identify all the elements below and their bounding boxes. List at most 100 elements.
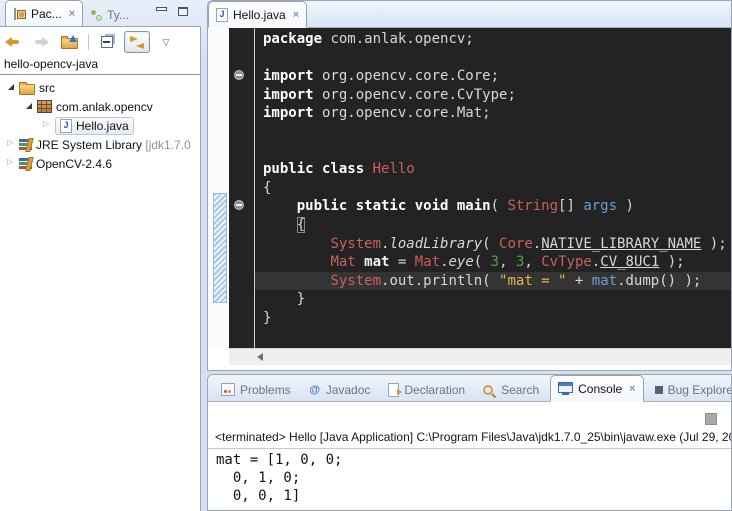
- code-line-5[interactable]: import org.opencv.core.Mat;: [255, 104, 731, 123]
- javadoc-icon: [309, 384, 321, 396]
- tree-item-label: JRE System Library [jdk1.7.0: [32, 138, 191, 152]
- tab-javadoc[interactable]: Javadoc: [302, 377, 378, 402]
- tree-item-jre-system-library[interactable]: JRE System Library [jdk1.7.0: [0, 135, 200, 154]
- selected-item-box: Hello.java: [55, 117, 134, 135]
- code-line-2[interactable]: [255, 49, 731, 68]
- code-line-11[interactable]: {: [255, 216, 731, 235]
- fold-slot: [229, 67, 254, 86]
- close-icon[interactable]: ×: [67, 8, 75, 20]
- code-token: Mat: [330, 254, 355, 270]
- maximize-button[interactable]: [178, 7, 189, 16]
- tree-item-com-anlak-opencv[interactable]: com.anlak.opencv: [0, 97, 200, 116]
- code-token: org.opencv.core.Core;: [314, 68, 499, 84]
- project-root-label[interactable]: hello-opencv-java: [0, 55, 200, 75]
- up-button[interactable]: [57, 32, 81, 52]
- type-hierarchy-icon: [90, 9, 102, 21]
- fold-slot: [229, 272, 254, 291]
- declaration-icon: [388, 383, 399, 397]
- code-line-7[interactable]: [255, 142, 731, 161]
- tab-search[interactable]: Search: [476, 377, 546, 402]
- annotation-ruler[interactable]: [208, 28, 229, 348]
- collapsed-arrow-icon[interactable]: [42, 120, 53, 131]
- tree-item-src[interactable]: src: [0, 78, 200, 97]
- horizontal-scrollbar[interactable]: [229, 348, 731, 365]
- link-with-editor-button[interactable]: [124, 31, 150, 53]
- code-line-4[interactable]: import org.opencv.core.CvType;: [255, 86, 731, 105]
- code-line-12[interactable]: System.loadLibrary( Core.NATIVE_LIBRARY_…: [255, 235, 731, 254]
- package-icon: [37, 100, 52, 113]
- fold-slot: [229, 179, 254, 198]
- fold-ruler[interactable]: [229, 28, 254, 348]
- tab-label-declaration: Declaration: [404, 383, 465, 397]
- scroll-left-arrow-icon[interactable]: [257, 353, 263, 361]
- code-area[interactable]: package com.anlak.opencv; import org.ope…: [255, 28, 731, 348]
- code-line-1[interactable]: package com.anlak.opencv;: [255, 30, 731, 49]
- fold-slot: [229, 104, 254, 123]
- forward-button[interactable]: [29, 32, 53, 52]
- tab-problems[interactable]: Problems: [214, 377, 298, 402]
- code-token: [263, 254, 330, 270]
- minimize-button[interactable]: [156, 7, 167, 16]
- code-token: org.opencv.core.CvType;: [314, 87, 516, 103]
- console-icon: [558, 382, 573, 393]
- tab-console[interactable]: Console ×: [550, 375, 643, 402]
- code-token: Mat: [415, 254, 440, 270]
- code-line-8[interactable]: public class Hello: [255, 160, 731, 179]
- expanded-arrow-icon[interactable]: [24, 101, 35, 112]
- collapse-all-button[interactable]: [96, 32, 120, 52]
- collapsed-arrow-icon[interactable]: [6, 158, 17, 169]
- tab-package-explorer[interactable]: Pac...×: [5, 0, 83, 27]
- code-line-10[interactable]: public static void main( String[] args ): [255, 197, 731, 216]
- tab-bug-explorer[interactable]: Bug Explorer: [648, 377, 732, 402]
- fold-slot: [229, 235, 254, 254]
- terminate-button[interactable]: [705, 413, 717, 425]
- forward-icon: [33, 36, 49, 48]
- code-token: .: [440, 254, 448, 270]
- code-token: CvType: [541, 254, 592, 270]
- tree-item-label: com.anlak.opencv: [52, 100, 153, 114]
- close-icon[interactable]: ×: [627, 383, 635, 395]
- code-line-14[interactable]: System.out.println( "mat = " + mat.dump(…: [255, 272, 731, 291]
- editor-tab-label: Hello.java: [233, 8, 286, 22]
- tab-label-type-hierarchy: Ty...: [107, 8, 129, 22]
- code-line-9[interactable]: {: [255, 179, 731, 198]
- code-token: .dump() );: [617, 273, 701, 289]
- tab-label-console: Console: [578, 382, 622, 396]
- back-icon: [5, 36, 21, 48]
- code-line-6[interactable]: [255, 123, 731, 142]
- fold-slot: [229, 216, 254, 235]
- code-token: +: [566, 273, 591, 289]
- tab-hello-java[interactable]: Hello.java ×: [208, 1, 307, 28]
- code-line-15[interactable]: }: [255, 290, 731, 309]
- view-menu-button[interactable]: [154, 32, 178, 52]
- console-panel: ProblemsJavadoc Declaration Search Console ×…: [207, 374, 732, 511]
- tab-type-hierarchy[interactable]: Ty...: [83, 2, 136, 27]
- fold-collapse-button[interactable]: [234, 70, 244, 80]
- problems-icon: [221, 383, 235, 396]
- left-tabstrip: Pac...× Ty...: [0, 0, 201, 26]
- code-token: .: [533, 236, 541, 252]
- back-button[interactable]: [1, 32, 25, 52]
- code-token: 3: [491, 254, 499, 270]
- expanded-arrow-icon[interactable]: [6, 82, 17, 93]
- editor-panel: Hello.java × package com.anlak.opencv; i…: [207, 0, 732, 371]
- code-line-16[interactable]: }: [255, 309, 731, 328]
- tree-item-opencv-246[interactable]: OpenCV-2.4.6: [0, 154, 200, 173]
- code-token: System: [330, 273, 381, 289]
- collapsed-arrow-icon[interactable]: [6, 139, 17, 150]
- tab-declaration[interactable]: Declaration: [381, 377, 472, 402]
- code-token: mat: [592, 273, 617, 289]
- toolbar-separator: [88, 34, 89, 50]
- fold-collapse-button[interactable]: [234, 200, 244, 210]
- console-output[interactable]: mat = [1, 0, 0; 0, 1, 0; 0, 0, 1]: [216, 451, 731, 510]
- code-token: {: [263, 180, 271, 196]
- close-icon[interactable]: ×: [291, 9, 299, 21]
- code-token: =: [389, 254, 414, 270]
- code-token: String: [507, 198, 558, 214]
- code-token: (: [474, 254, 491, 270]
- tree-item-hello-java[interactable]: Hello.java: [0, 116, 200, 135]
- fold-slot: [229, 49, 254, 68]
- code-line-13[interactable]: Mat mat = Mat.eye( 3, 3, CvType.CV_8UC1 …: [255, 253, 731, 272]
- search-icon: [483, 384, 496, 396]
- code-line-3[interactable]: import org.opencv.core.Core;: [255, 67, 731, 86]
